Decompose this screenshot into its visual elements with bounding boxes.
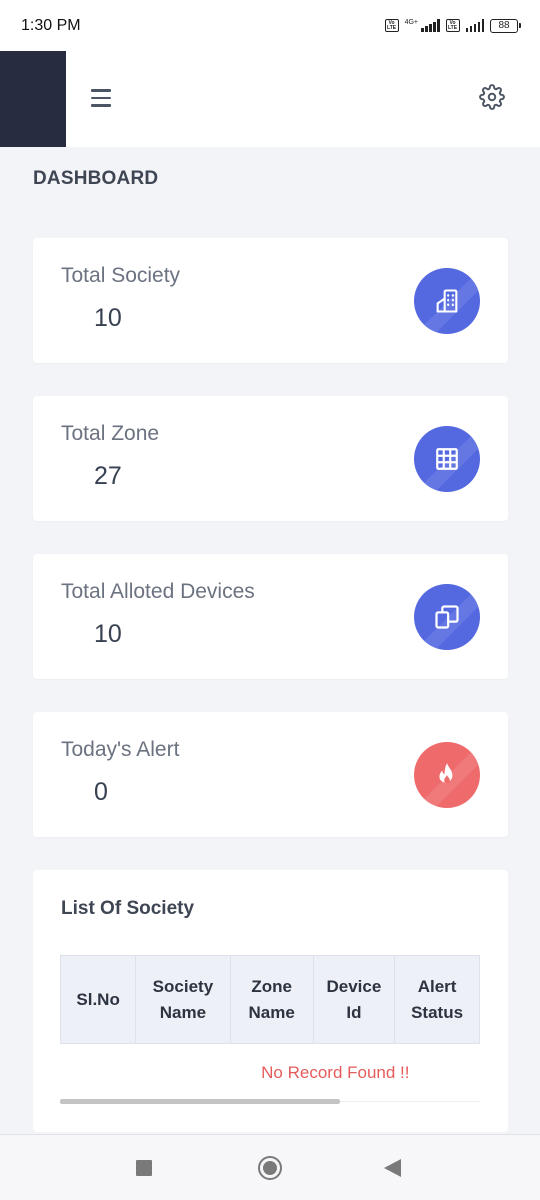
society-table: Sl.No Society Name Zone Name Device Id A… [60, 955, 480, 1102]
status-time: 1:30 PM [21, 16, 81, 34]
volte-icon-2: Vo LTE [445, 19, 460, 32]
column-header-society-name[interactable]: Society Name [135, 955, 231, 1044]
app-header [0, 51, 540, 147]
page-title: DASHBOARD [33, 168, 159, 189]
table-header-row: Sl.No Society Name Zone Name Device Id A… [60, 955, 480, 1044]
stat-card-total-zone[interactable]: Total Zone 27 [33, 396, 508, 521]
battery-icon: 88 [490, 18, 521, 33]
table-row: No Record Found !! [60, 1043, 480, 1102]
stat-value: 10 [94, 620, 122, 648]
stat-label: Today's Alert [61, 738, 180, 761]
gear-icon[interactable] [479, 84, 505, 110]
back-triangle-icon[interactable] [384, 1159, 401, 1177]
stat-label: Total Society [61, 264, 181, 287]
system-nav-bar [0, 1134, 540, 1200]
stat-label: Total Alloted Devices [61, 580, 255, 603]
hamburger-menu-icon[interactable] [91, 89, 111, 107]
stat-value: 0 [94, 778, 108, 806]
status-icons: Vo LTE 4G+ Vo LTE 88 [384, 18, 521, 33]
home-circle-icon[interactable] [258, 1156, 282, 1180]
recents-square-icon[interactable] [136, 1160, 152, 1176]
stat-card-total-society[interactable]: Total Society 10 [33, 238, 508, 363]
stat-value: 27 [94, 462, 122, 490]
fire-icon [414, 742, 480, 808]
column-header-device-id[interactable]: Device Id [312, 955, 396, 1044]
volte-icon: Vo LTE [384, 19, 399, 32]
empty-row: No Record Found !! [60, 1043, 480, 1102]
stat-value: 10 [94, 304, 122, 332]
network-type: 4G+ [404, 18, 418, 26]
signal-icon [421, 19, 440, 32]
column-header-sl-no[interactable]: Sl.No [60, 955, 137, 1044]
status-bar: 1:30 PM Vo LTE 4G+ Vo LTE 88 [0, 0, 540, 51]
building-icon [414, 268, 480, 334]
column-header-zone-name[interactable]: Zone Name [229, 955, 314, 1044]
devices-icon [414, 584, 480, 650]
stat-card-total-devices[interactable]: Total Alloted Devices 10 [33, 554, 508, 679]
society-list-card: List Of Society Sl.No Society Name Zone … [33, 870, 508, 1132]
signal-icon-2 [465, 19, 484, 32]
no-record-message: No Record Found !! [261, 1062, 410, 1082]
stat-card-todays-alert[interactable]: Today's Alert 0 [33, 712, 508, 837]
sidebar-brand-block [0, 51, 66, 147]
horizontal-scrollbar[interactable] [60, 1099, 340, 1104]
society-table-scroll[interactable]: Sl.No Society Name Zone Name Device Id A… [60, 955, 480, 1105]
stat-label: Total Zone [61, 422, 160, 445]
list-title: List Of Society [61, 898, 195, 919]
grid-icon [414, 426, 480, 492]
column-header-alert-status[interactable]: Alert Status [394, 955, 480, 1044]
